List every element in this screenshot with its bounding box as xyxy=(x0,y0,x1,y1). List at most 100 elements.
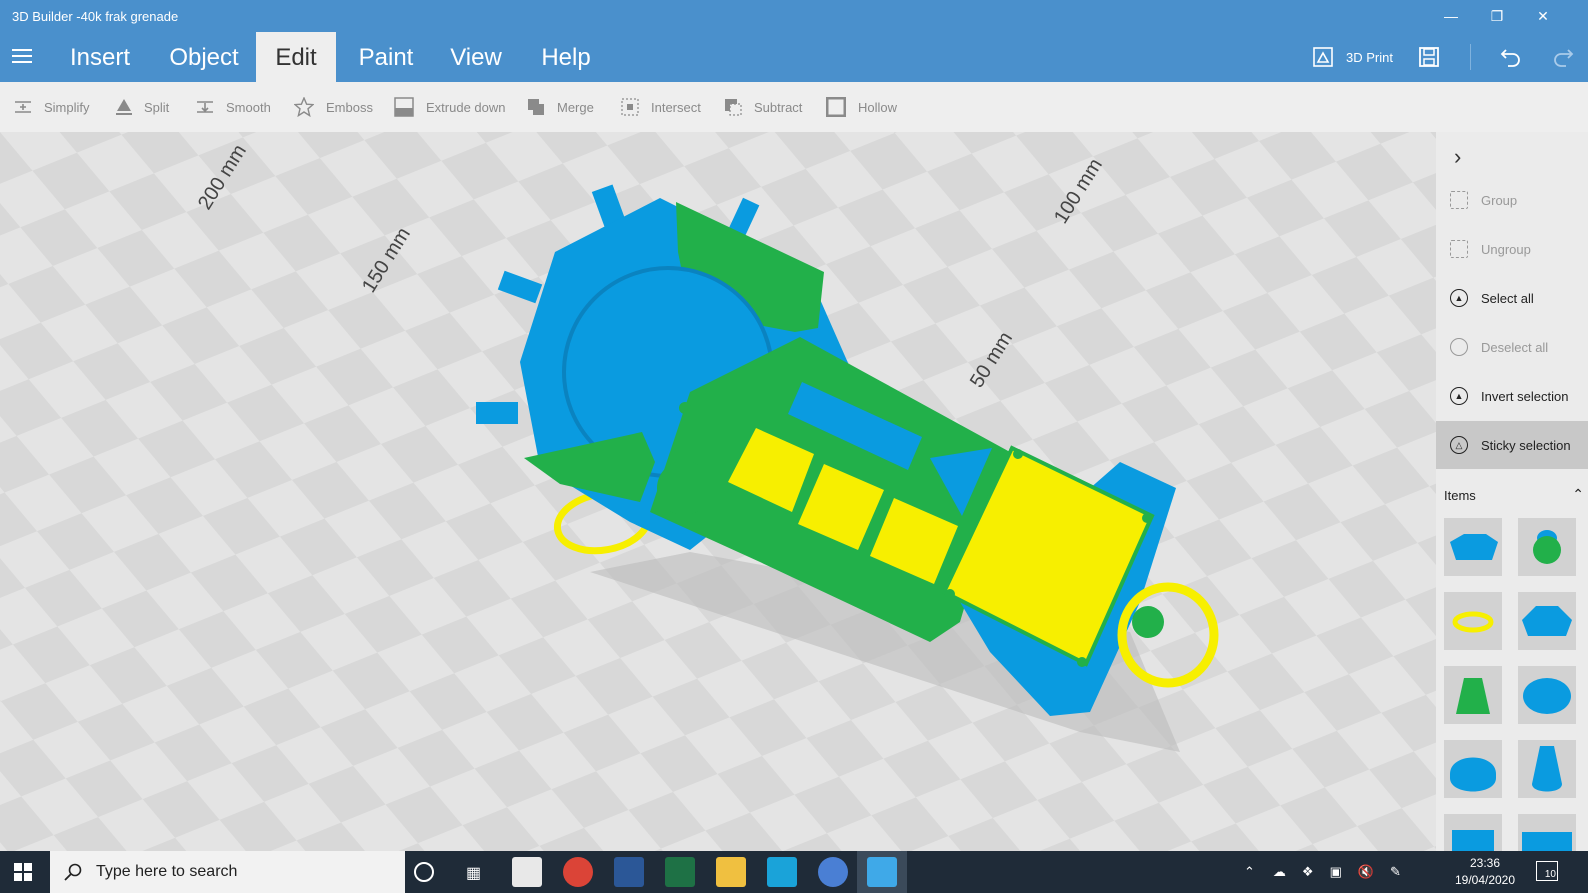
notification-count: 10 xyxy=(1544,869,1556,880)
items-label: Items xyxy=(1444,488,1476,503)
excel-app-icon[interactable] xyxy=(665,857,695,887)
taskbar-search-box[interactable]: Type here to search xyxy=(50,851,405,893)
tab-edit[interactable]: Edit xyxy=(256,32,336,82)
3d-print-label: 3D Print xyxy=(1346,49,1393,65)
taskbar: Type here to search ▦ ⌃ ☁ ❖ ▣ 🔇 ✎ 23:36 … xyxy=(0,851,1588,893)
subtract-icon xyxy=(725,99,742,116)
file-explorer-icon[interactable] xyxy=(716,857,746,887)
ungroup-label: Ungroup xyxy=(1481,241,1531,257)
hamburger-menu-icon[interactable] xyxy=(12,49,32,65)
pivot-dot xyxy=(679,402,691,414)
clock[interactable]: 23:36 19/04/2020 xyxy=(1448,855,1522,889)
close-button[interactable]: ✕ xyxy=(1520,0,1566,32)
item-thumbnail[interactable] xyxy=(1518,592,1576,650)
hollow-icon xyxy=(826,97,846,117)
extrude-down-button[interactable]: Extrude down xyxy=(394,96,506,118)
tray-overflow-chevron-icon[interactable]: ⌃ xyxy=(1244,864,1255,880)
deselect-all-button[interactable]: Deselect all xyxy=(1436,323,1588,371)
3d-builder-taskbar-button[interactable] xyxy=(857,851,907,893)
select-all-label: Select all xyxy=(1481,290,1534,306)
divider xyxy=(1470,44,1471,70)
split-button[interactable]: Split xyxy=(116,96,169,118)
smooth-icon xyxy=(197,101,213,113)
split-label: Split xyxy=(144,99,170,115)
3d-viewport[interactable]: 200 mm 150 mm 100 mm 50 mm xyxy=(0,132,1436,851)
group-button[interactable]: Group xyxy=(1436,176,1588,224)
subtract-button[interactable]: Subtract xyxy=(724,96,802,118)
item-thumbnail[interactable] xyxy=(1518,740,1576,798)
ungroup-button[interactable]: Ungroup xyxy=(1436,225,1588,273)
windows-start-icon[interactable] xyxy=(14,863,32,886)
redo-icon xyxy=(1554,49,1574,67)
merge-icon xyxy=(528,99,544,115)
save-button[interactable] xyxy=(1418,32,1440,82)
restore-button[interactable]: ❐ xyxy=(1474,0,1520,32)
task-view-icon[interactable]: ▦ xyxy=(466,863,481,883)
chrome-profile-app-icon[interactable] xyxy=(818,857,848,887)
cortana-icon[interactable] xyxy=(414,862,434,882)
items-header[interactable]: Items ⌃ xyxy=(1444,486,1584,503)
intersect-button[interactable]: Intersect xyxy=(621,96,701,118)
blue-block-icon xyxy=(1522,832,1572,851)
blue-prism-icon xyxy=(1450,534,1498,560)
word-app-icon[interactable] xyxy=(614,857,644,887)
extrude-down-icon xyxy=(394,97,414,117)
simplify-button[interactable]: Simplify xyxy=(14,96,90,118)
collapse-panel-chevron-icon[interactable]: › xyxy=(1454,144,1461,170)
hollow-button[interactable]: Hollow xyxy=(826,96,897,118)
item-thumbnail[interactable] xyxy=(1518,518,1576,576)
knob xyxy=(657,461,711,515)
redo-button[interactable] xyxy=(1552,32,1574,82)
sticky-selection-button[interactable]: △ Sticky selection xyxy=(1436,421,1588,469)
pen-icon[interactable]: ✎ xyxy=(1390,864,1401,880)
deselect-all-label: Deselect all xyxy=(1481,339,1549,355)
item-thumbnail[interactable] xyxy=(1444,518,1502,576)
item-thumbnail[interactable] xyxy=(1444,740,1502,798)
chrome-app-icon[interactable] xyxy=(563,857,593,887)
blue-cone-icon xyxy=(1532,746,1562,792)
simplify-label: Simplify xyxy=(44,99,90,115)
item-thumbnail[interactable] xyxy=(1444,814,1502,851)
3d-print-button[interactable]: 3D Print xyxy=(1312,32,1393,82)
hollow-label: Hollow xyxy=(858,99,898,115)
ungroup-icon xyxy=(1450,240,1468,258)
title-bar: 3D Builder -40k frak grenade — ❐ ✕ xyxy=(0,0,1588,32)
blue-prism-icon xyxy=(1522,606,1572,636)
select-all-button[interactable]: ▲ Select all xyxy=(1436,274,1588,322)
emboss-button[interactable]: Emboss xyxy=(294,96,373,118)
tab-paint[interactable]: Paint xyxy=(344,32,428,82)
split-icon xyxy=(116,99,132,115)
onedrive-icon[interactable]: ☁ xyxy=(1273,864,1286,880)
3d-print-icon xyxy=(1313,47,1333,67)
volume-muted-icon[interactable]: 🔇 xyxy=(1358,864,1374,880)
tab-object[interactable]: Object xyxy=(152,32,256,82)
clock-time: 23:36 xyxy=(1469,856,1501,870)
merge-button[interactable]: Merge xyxy=(527,96,594,118)
invert-selection-button[interactable]: ▲ Invert selection xyxy=(1436,372,1588,420)
invert-selection-icon: ▲ xyxy=(1450,387,1468,405)
action-center-icon[interactable]: 10 xyxy=(1536,861,1558,881)
dropbox-icon[interactable]: ❖ xyxy=(1302,864,1314,880)
3d-builder-app-icon xyxy=(867,857,897,887)
undo-button[interactable] xyxy=(1500,32,1522,82)
item-thumbnail[interactable] xyxy=(1518,666,1576,724)
tab-insert[interactable]: Insert xyxy=(56,32,144,82)
tab-help[interactable]: Help xyxy=(524,32,608,82)
blue-block-icon xyxy=(1452,830,1494,851)
tab-view[interactable]: View xyxy=(436,32,516,82)
group-icon xyxy=(1450,191,1468,209)
ccleaner-app-icon[interactable] xyxy=(767,857,797,887)
item-thumbnail[interactable] xyxy=(1444,592,1502,650)
battery-icon[interactable]: ▣ xyxy=(1330,864,1342,880)
blue-disc-icon xyxy=(1523,678,1571,714)
intersect-icon xyxy=(621,98,639,116)
menu-bar: Insert Object Edit Paint View Help 3D Pr… xyxy=(0,32,1588,82)
items-collapse-chevron-icon[interactable]: ⌃ xyxy=(1572,486,1584,503)
smooth-button[interactable]: Smooth xyxy=(196,96,271,118)
minimize-button[interactable]: — xyxy=(1428,0,1474,32)
item-thumbnail[interactable] xyxy=(1444,666,1502,724)
scene-canvas[interactable] xyxy=(0,132,1436,851)
blue-dome-icon xyxy=(1450,757,1496,792)
store-app-icon[interactable] xyxy=(512,857,542,887)
item-thumbnail[interactable] xyxy=(1518,814,1576,851)
